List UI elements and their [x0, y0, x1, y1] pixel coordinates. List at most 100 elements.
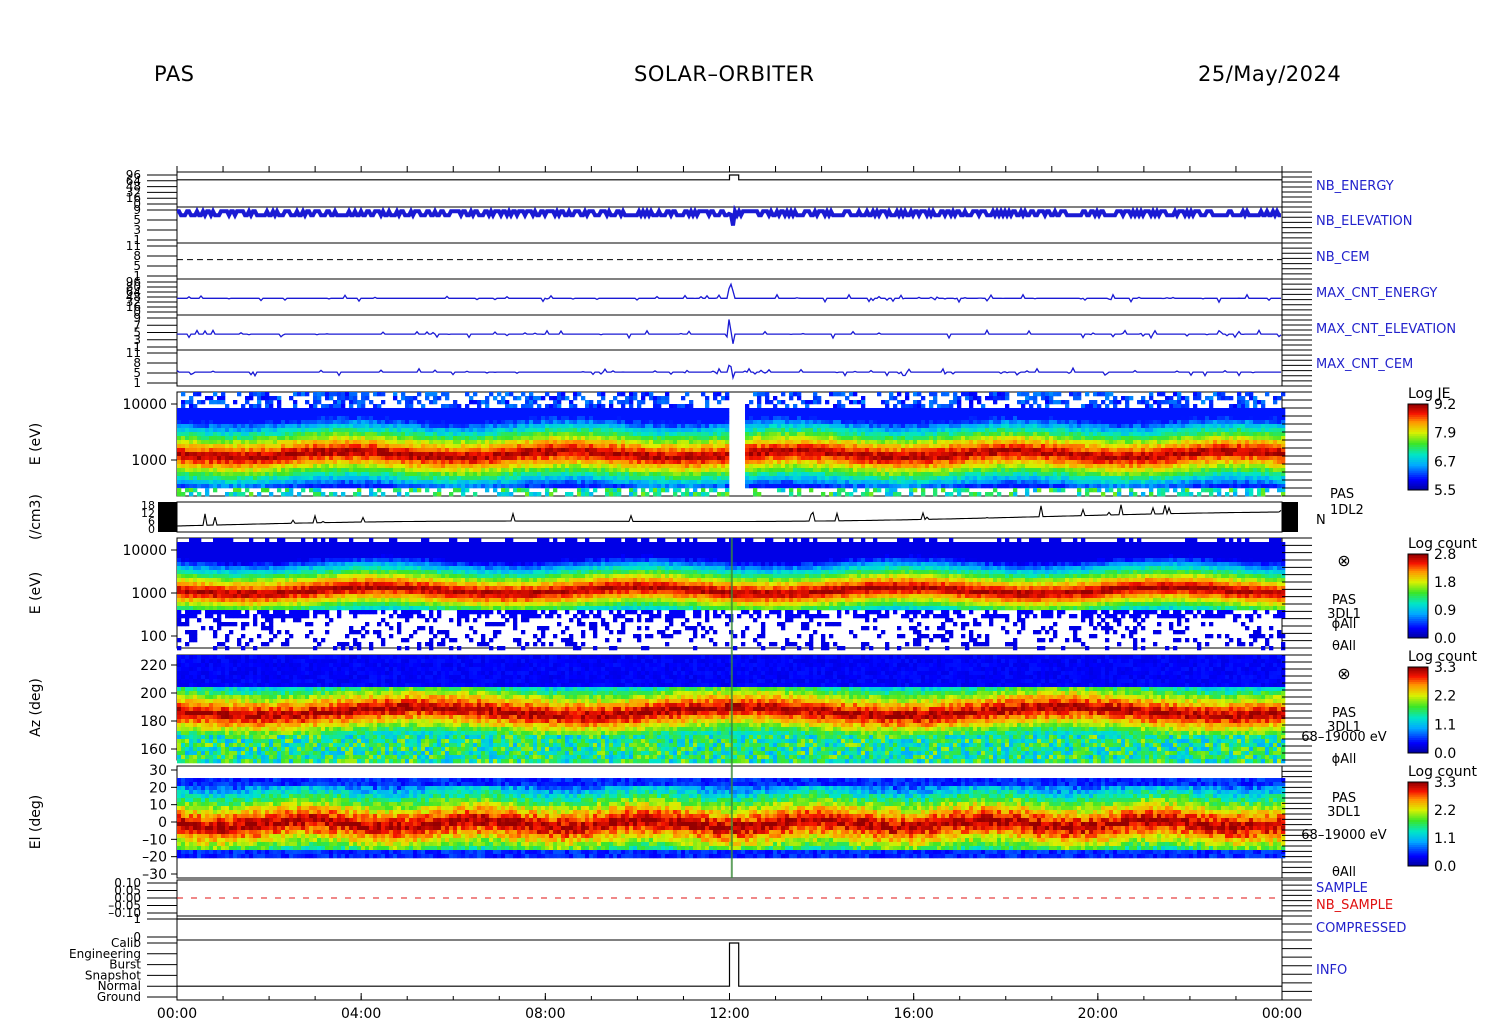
- cell: [417, 416, 421, 420]
- cell: [265, 460, 269, 464]
- cell: [337, 408, 341, 412]
- cell: [529, 408, 533, 412]
- cell: [289, 472, 293, 476]
- cell: [221, 392, 225, 396]
- cell: [761, 468, 765, 472]
- cell: [317, 476, 321, 480]
- cell: [329, 392, 333, 396]
- cell: [397, 408, 401, 412]
- cell: [181, 420, 185, 424]
- cell: [465, 404, 469, 408]
- cell: [909, 468, 913, 472]
- cell: [305, 428, 309, 432]
- cell: [685, 436, 689, 440]
- cell: [433, 424, 437, 428]
- cell: [321, 444, 325, 448]
- cell: [885, 416, 889, 420]
- cell: [493, 432, 497, 436]
- cell: [781, 440, 785, 444]
- cell: [649, 420, 653, 424]
- cell: [485, 484, 489, 488]
- cell: [237, 480, 241, 484]
- cell: [501, 476, 505, 480]
- cell: [685, 416, 689, 420]
- cell: [205, 492, 209, 496]
- cell: [197, 432, 201, 436]
- cell: [849, 432, 853, 436]
- cell: [429, 428, 433, 432]
- cell: [209, 460, 213, 464]
- cell: [353, 428, 357, 432]
- cell: [189, 404, 193, 408]
- cell: [905, 408, 909, 412]
- cell: [453, 468, 457, 472]
- cell: [725, 416, 729, 420]
- cell: [865, 484, 869, 488]
- cell: [829, 444, 833, 448]
- cell: [761, 424, 765, 428]
- cell: [873, 444, 877, 448]
- cell: [641, 472, 645, 476]
- cell: [485, 488, 489, 492]
- cell: [725, 428, 729, 432]
- cell: [829, 416, 833, 420]
- cell: [769, 408, 773, 412]
- cell: [249, 396, 253, 400]
- cell: [929, 456, 933, 460]
- cell: [853, 420, 857, 424]
- cell: [517, 476, 521, 480]
- cell: [829, 492, 833, 496]
- cell: [1013, 460, 1017, 464]
- cell: [425, 476, 429, 480]
- cell: [773, 412, 777, 416]
- cell: [985, 432, 989, 436]
- cell: [621, 408, 625, 412]
- cell: [401, 436, 405, 440]
- cell: [893, 416, 897, 420]
- cell: [909, 444, 913, 448]
- cell: [705, 464, 709, 468]
- cell: [633, 464, 637, 468]
- cell: [401, 412, 405, 416]
- cell: [953, 452, 957, 456]
- cell: [657, 484, 661, 488]
- cell: [501, 488, 505, 492]
- cell: [633, 436, 637, 440]
- cell: [413, 464, 417, 468]
- cell: [653, 444, 657, 448]
- cell: [681, 420, 685, 424]
- cell: [917, 404, 921, 408]
- cell: [281, 492, 285, 496]
- cell: [421, 456, 425, 460]
- cell: [633, 396, 637, 400]
- cell: [1025, 480, 1029, 484]
- cell: [577, 444, 581, 448]
- cell: [817, 476, 821, 480]
- cell: [501, 472, 505, 476]
- cell: [645, 464, 649, 468]
- cell: [1001, 448, 1005, 452]
- cell: [321, 432, 325, 436]
- cell: [485, 456, 489, 460]
- cell: [337, 456, 341, 460]
- cell: [529, 448, 533, 452]
- cell: [541, 416, 545, 420]
- cell: [489, 476, 493, 480]
- cell: [785, 476, 789, 480]
- cell: [921, 472, 925, 476]
- cell: [753, 464, 757, 468]
- cell: [961, 472, 965, 476]
- cell: [881, 416, 885, 420]
- cell: [969, 424, 973, 428]
- cell: [261, 416, 265, 420]
- cell: [981, 448, 985, 452]
- cell: [649, 424, 653, 428]
- cell: [793, 452, 797, 456]
- cell: [697, 460, 701, 464]
- cell: [661, 464, 665, 468]
- cell: [573, 392, 577, 396]
- cell: [321, 420, 325, 424]
- cell: [525, 460, 529, 464]
- cell: [413, 424, 417, 428]
- cell: [901, 468, 905, 472]
